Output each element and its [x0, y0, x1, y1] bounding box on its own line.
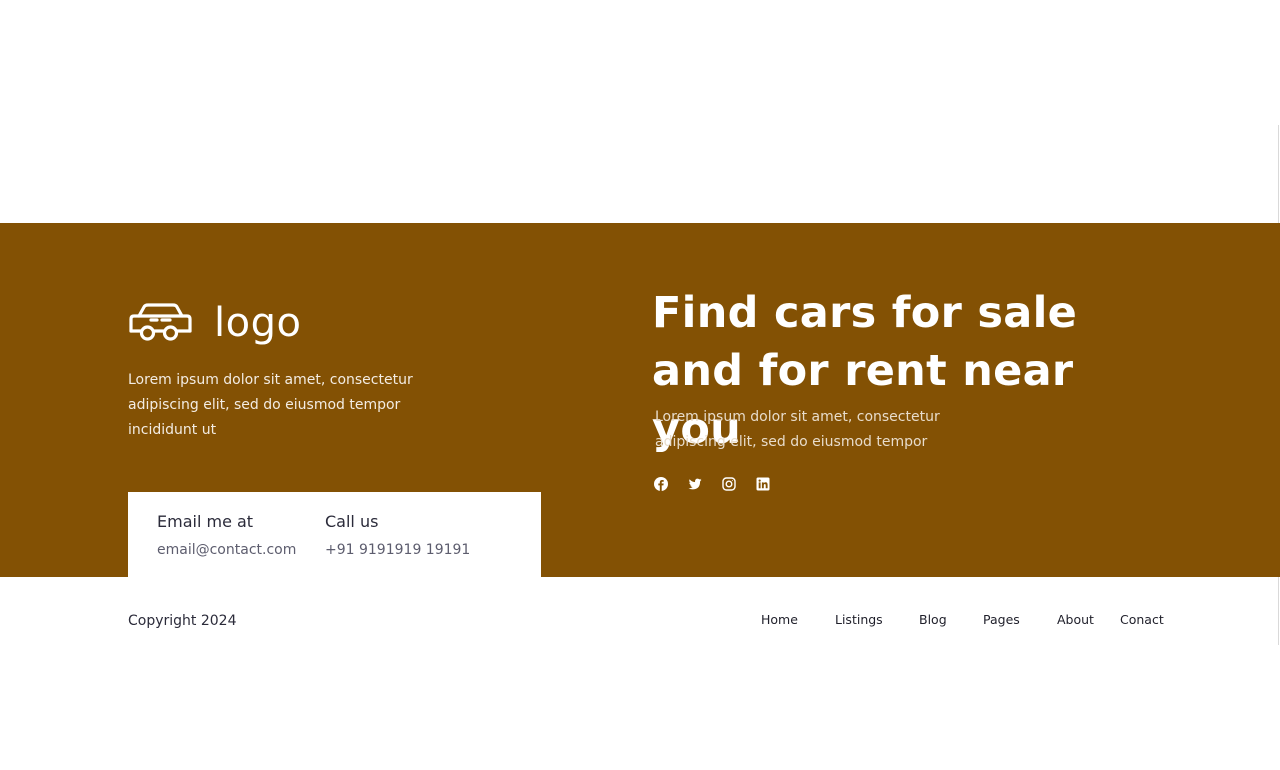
facebook-icon: [654, 477, 668, 491]
phone-link[interactable]: +91 9191919 19191: [325, 541, 470, 559]
call-label: Call us: [325, 512, 379, 531]
facebook-link[interactable]: [654, 477, 668, 491]
nav-pages-link[interactable]: Pages: [983, 610, 1020, 630]
nav-blog-link[interactable]: Blog: [919, 610, 947, 630]
brand-description: Lorem ipsum dolor sit amet, consectetur …: [128, 372, 413, 438]
twitter-link[interactable]: [688, 477, 702, 491]
nav-about-link[interactable]: About: [1057, 610, 1094, 630]
email-link[interactable]: email@contact.com: [157, 541, 296, 559]
nav-contact-link[interactable]: Conact: [1120, 610, 1164, 630]
nav-listings-link[interactable]: Listings: [835, 610, 883, 630]
phone-contact: Call us +91 9191919 19191: [325, 512, 470, 559]
logo-text: logo: [214, 300, 302, 346]
hero-description: Lorem ipsum dolor sit amet, consectetur …: [655, 409, 940, 450]
linkedin-link[interactable]: [756, 477, 770, 491]
nav-home-link[interactable]: Home: [761, 610, 798, 630]
contact-card: Email me at email@contact.com Call us +9…: [128, 492, 541, 578]
footer-page: logo Lorem ipsum dolor sit amet, consect…: [0, 0, 1280, 770]
linkedin-icon: [756, 477, 770, 491]
copyright-text: Copyright 2024: [128, 613, 237, 629]
twitter-icon: [688, 478, 702, 490]
email-contact: Email me at email@contact.com: [157, 512, 296, 559]
email-label: Email me at: [157, 512, 254, 531]
instagram-link[interactable]: [722, 477, 736, 491]
instagram-icon: [722, 477, 736, 491]
brand-logo[interactable]: logo: [128, 296, 301, 350]
car-icon: [129, 303, 192, 341]
social-links: [654, 477, 770, 491]
